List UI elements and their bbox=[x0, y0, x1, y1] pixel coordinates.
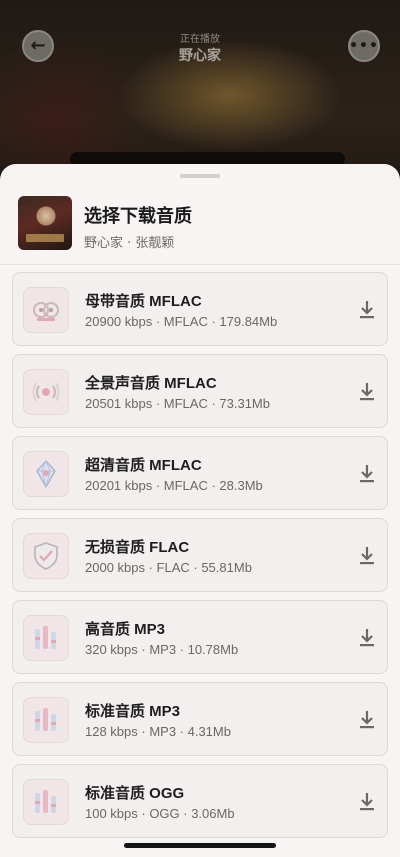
download-quality-sheet: 选择下载音质 野心家 · 张靓颖 母带音质 MFLAC 20900 kbps ·… bbox=[0, 164, 400, 857]
more-button[interactable]: ••• bbox=[348, 30, 380, 62]
quality-item[interactable]: 标准音质 MP3 128 kbps · MP3 · 4.31Mb bbox=[12, 682, 388, 756]
equalizer-icon bbox=[23, 697, 69, 743]
quality-item[interactable]: 标准音质 OGG 100 kbps · OGG · 3.06Mb bbox=[12, 764, 388, 838]
sheet-header: 选择下载音质 野心家 · 张靓颖 bbox=[0, 196, 400, 264]
more-dots-icon: ••• bbox=[349, 38, 379, 54]
home-indicator[interactable] bbox=[124, 843, 276, 848]
now-playing-label: 正在播放 bbox=[180, 34, 220, 45]
equalizer-icon bbox=[23, 615, 69, 661]
quality-name: 标准音质 OGG bbox=[85, 785, 185, 802]
surround-sound-icon bbox=[23, 369, 69, 415]
crystal-icon bbox=[23, 451, 69, 497]
download-icon[interactable] bbox=[359, 792, 375, 812]
divider bbox=[0, 264, 400, 265]
quality-item[interactable]: 高音质 MP3 320 kbps · MP3 · 10.78Mb bbox=[12, 600, 388, 674]
master-tape-icon bbox=[23, 287, 69, 333]
quality-meta: 100 kbps · OGG · 3.06Mb bbox=[85, 806, 235, 821]
download-icon[interactable] bbox=[359, 300, 375, 320]
download-icon[interactable] bbox=[359, 382, 375, 402]
sheet-title: 选择下载音质 bbox=[84, 206, 192, 227]
download-icon[interactable] bbox=[359, 546, 375, 566]
quality-meta: 320 kbps · MP3 · 10.78Mb bbox=[85, 642, 239, 657]
quality-list: 母带音质 MFLAC 20900 kbps · MFLAC · 179.84Mb… bbox=[12, 272, 388, 846]
equalizer-icon bbox=[23, 779, 69, 825]
download-icon[interactable] bbox=[359, 628, 375, 648]
quality-meta: 2000 kbps · FLAC · 55.81Mb bbox=[85, 560, 252, 575]
quality-name: 超清音质 MFLAC bbox=[85, 457, 202, 474]
quality-meta: 20900 kbps · MFLAC · 179.84Mb bbox=[85, 314, 278, 329]
download-icon[interactable] bbox=[359, 464, 375, 484]
song-title: 野心家 bbox=[179, 48, 221, 64]
quality-name: 母带音质 MFLAC bbox=[85, 293, 202, 310]
quality-name: 标准音质 MP3 bbox=[85, 703, 181, 720]
quality-meta: 20501 kbps · MFLAC · 73.31Mb bbox=[85, 396, 270, 411]
lossless-shield-icon bbox=[23, 533, 69, 579]
quality-name: 高音质 MP3 bbox=[85, 621, 166, 638]
quality-item[interactable]: 母带音质 MFLAC 20900 kbps · MFLAC · 179.84Mb bbox=[12, 272, 388, 346]
sheet-grabber[interactable] bbox=[180, 174, 220, 178]
quality-name: 无损音质 FLAC bbox=[85, 539, 190, 556]
quality-item[interactable]: 全景声音质 MFLAC 20501 kbps · MFLAC · 73.31Mb bbox=[12, 354, 388, 428]
quality-meta: 20201 kbps · MFLAC · 28.3Mb bbox=[85, 478, 263, 493]
download-icon[interactable] bbox=[359, 710, 375, 730]
sheet-subtitle: 野心家 · 张靓颖 bbox=[84, 236, 175, 251]
quality-name: 全景声音质 MFLAC bbox=[85, 375, 217, 392]
album-cover bbox=[18, 196, 72, 250]
quality-item[interactable]: 无损音质 FLAC 2000 kbps · FLAC · 55.81Mb bbox=[12, 518, 388, 592]
quality-item[interactable]: 超清音质 MFLAC 20201 kbps · MFLAC · 28.3Mb bbox=[12, 436, 388, 510]
quality-meta: 128 kbps · MP3 · 4.31Mb bbox=[85, 724, 231, 739]
